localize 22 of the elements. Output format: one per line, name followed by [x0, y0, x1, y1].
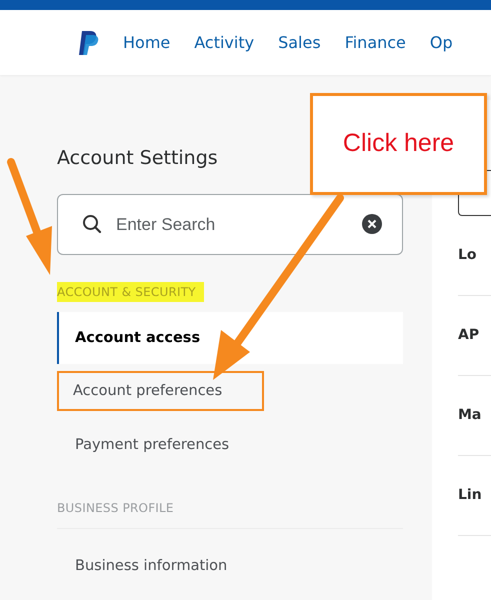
nav-link[interactable]: Activity: [194, 33, 254, 52]
menu-item[interactable]: Account preferences: [57, 371, 264, 411]
section-heading: ACCOUNT & SECURITY: [57, 282, 204, 302]
selected-menu-item[interactable]: Account access: [57, 312, 403, 364]
callout-text: Click here: [342, 129, 454, 158]
search-field[interactable]: Enter Search: [57, 194, 403, 255]
logo-icon[interactable]: [78, 30, 100, 56]
menu-item[interactable]: Payment preferences: [59, 423, 246, 467]
page-title: Account Settings: [57, 147, 219, 169]
clear-icon[interactable]: [362, 214, 382, 234]
nav-link[interactable]: Sales: [278, 33, 321, 52]
search-icon: [82, 214, 102, 234]
nav-link[interactable]: Op: [430, 33, 453, 52]
menu-item[interactable]: Business information: [59, 544, 244, 588]
detail-row[interactable]: Ma: [458, 376, 491, 456]
section-heading: BUSINESS PROFILE: [57, 500, 175, 517]
menu-item[interactable]: Account access: [59, 316, 216, 360]
nav-link[interactable]: Home: [123, 33, 170, 52]
detail-row[interactable]: Lo: [458, 216, 491, 296]
detail-row[interactable]: AP: [458, 296, 491, 376]
nav-link[interactable]: Finance: [344, 33, 406, 52]
detail-row[interactable]: Lin: [458, 456, 491, 536]
